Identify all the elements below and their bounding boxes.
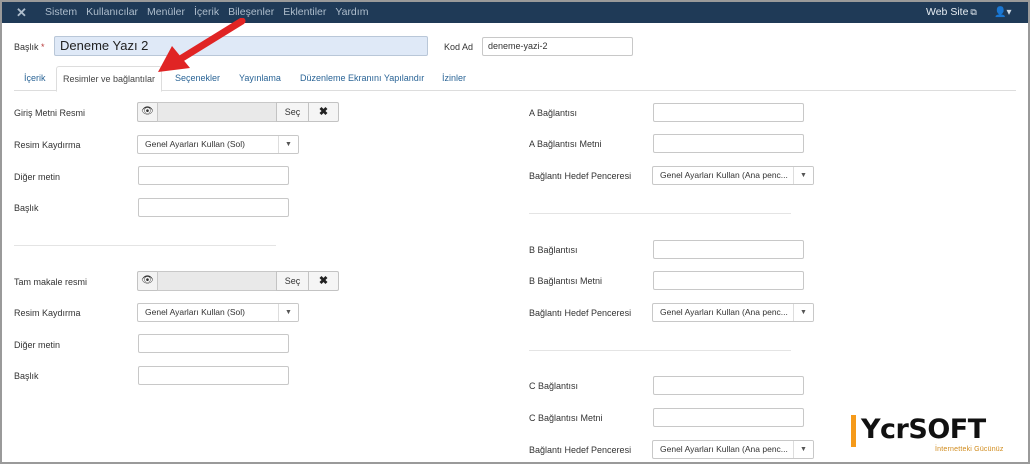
intro-image-select-button[interactable]: Seç	[276, 102, 309, 122]
watermark-slogan: İnternetteki Gücünüz	[935, 446, 1004, 453]
full-float-label: Resim Kaydırma	[14, 308, 81, 318]
link-a-label: A Bağlantısı	[529, 108, 578, 118]
divider	[529, 350, 791, 351]
link-b-target-label: Bağlantı Hedef Penceresi	[529, 308, 632, 318]
alias-input[interactable]: deneme-yazi-2	[482, 37, 633, 56]
full-alt-input[interactable]	[138, 334, 289, 353]
intro-float-value: Genel Ayarları Kullan (Sol)	[145, 139, 246, 149]
tab-izinler[interactable]: İzinler	[442, 66, 466, 91]
full-alt-label: Diğer metin	[14, 340, 61, 350]
website-link-label: Web Site	[926, 6, 969, 18]
eye-icon[interactable]: 👁	[137, 102, 158, 122]
tab-resimler-ve-baglantilar[interactable]: Resimler ve bağlantılar	[56, 66, 163, 92]
link-a-target-select[interactable]: Genel Ayarları Kullan (Ana penc... ▼	[652, 166, 814, 185]
divider	[529, 213, 791, 214]
link-a-target-value: Genel Ayarları Kullan (Ana penc...	[660, 170, 788, 180]
intro-image-label: Giriş Metni Resmi	[14, 108, 86, 118]
watermark-accent-bar	[851, 415, 856, 447]
close-icon[interactable]: ✖	[308, 102, 339, 122]
intro-caption-input[interactable]	[138, 198, 289, 217]
required-mark: *	[41, 42, 45, 52]
app-window: ✕ Sistem Kullanıcılar Menüler İçerik Bil…	[0, 0, 1030, 464]
full-float-select[interactable]: Genel Ayarları Kullan (Sol) ▼	[137, 303, 299, 322]
title-label: Başlık *	[14, 42, 45, 52]
link-b-target-select[interactable]: Genel Ayarları Kullan (Ana penc... ▼	[652, 303, 814, 322]
link-b-text-label: B Bağlantısı Metni	[529, 276, 603, 286]
chevron-down-icon: ▼	[278, 304, 298, 321]
menu-item-sistem[interactable]: Sistem	[45, 2, 77, 23]
link-c-target-label: Bağlantı Hedef Penceresi	[529, 445, 632, 455]
annotation-arrow	[158, 18, 246, 72]
user-icon[interactable]: 👤▾	[994, 2, 1011, 23]
chevron-down-icon: ▼	[278, 136, 298, 153]
link-c-target-value: Genel Ayarları Kullan (Ana penc...	[660, 444, 788, 454]
intro-alt-input[interactable]	[138, 166, 289, 185]
full-image-label: Tam makale resmi	[14, 277, 88, 287]
chevron-down-icon: ▼	[793, 304, 813, 321]
intro-caption-label: Başlık	[14, 203, 39, 213]
link-a-input[interactable]	[653, 103, 804, 122]
link-a-text-label: A Bağlantısı Metni	[529, 139, 602, 149]
link-c-input[interactable]	[653, 376, 804, 395]
link-b-label: B Bağlantısı	[529, 245, 578, 255]
chevron-down-icon: ▼	[793, 441, 813, 458]
watermark-brand: YcrSOFT	[861, 414, 986, 445]
full-caption-label: Başlık	[14, 371, 39, 381]
alias-label: Kod Ad	[444, 42, 474, 52]
tab-icerik[interactable]: İçerik	[24, 66, 46, 91]
menu-item-yardim[interactable]: Yardım	[335, 2, 368, 23]
chevron-down-icon: ▼	[793, 167, 813, 184]
close-icon[interactable]: ✖	[308, 271, 339, 291]
menu-item-kullanicilar[interactable]: Kullanıcılar	[86, 2, 138, 23]
intro-image-path	[157, 102, 277, 122]
link-c-text-label: C Bağlantısı Metni	[529, 413, 603, 423]
external-link-icon: ⧉	[970, 7, 977, 17]
intro-float-label: Resim Kaydırma	[14, 140, 81, 150]
joomla-icon[interactable]: ✕	[14, 5, 29, 20]
intro-image-field: 👁 Seç ✖	[137, 102, 339, 122]
menu-item-eklentiler[interactable]: Eklentiler	[283, 2, 326, 23]
link-b-target-value: Genel Ayarları Kullan (Ana penc...	[660, 307, 788, 317]
link-b-text-input[interactable]	[653, 271, 804, 290]
full-image-path	[157, 271, 277, 291]
link-c-label: C Bağlantısı	[529, 381, 579, 391]
watermark-logo: YcrSOFT İnternetteki Gücünüz	[851, 411, 1011, 459]
website-link[interactable]: Web Site ⧉	[926, 2, 977, 23]
link-a-target-label: Bağlantı Hedef Penceresi	[529, 171, 632, 181]
title-label-text: Başlık	[14, 42, 39, 52]
full-float-value: Genel Ayarları Kullan (Sol)	[145, 307, 246, 317]
link-c-text-input[interactable]	[653, 408, 804, 427]
link-a-text-input[interactable]	[653, 134, 804, 153]
tab-duzenleme-ekranini-yapilandir[interactable]: Düzenleme Ekranını Yapılandır	[300, 66, 424, 91]
intro-float-select[interactable]: Genel Ayarları Kullan (Sol) ▼	[137, 135, 299, 154]
full-caption-input[interactable]	[138, 366, 289, 385]
link-b-input[interactable]	[653, 240, 804, 259]
full-image-field: 👁 Seç ✖	[137, 271, 339, 291]
divider	[14, 245, 276, 246]
link-c-target-select[interactable]: Genel Ayarları Kullan (Ana penc... ▼	[652, 440, 814, 459]
intro-alt-label: Diğer metin	[14, 172, 61, 182]
eye-icon[interactable]: 👁	[137, 271, 158, 291]
full-image-select-button[interactable]: Seç	[276, 271, 309, 291]
